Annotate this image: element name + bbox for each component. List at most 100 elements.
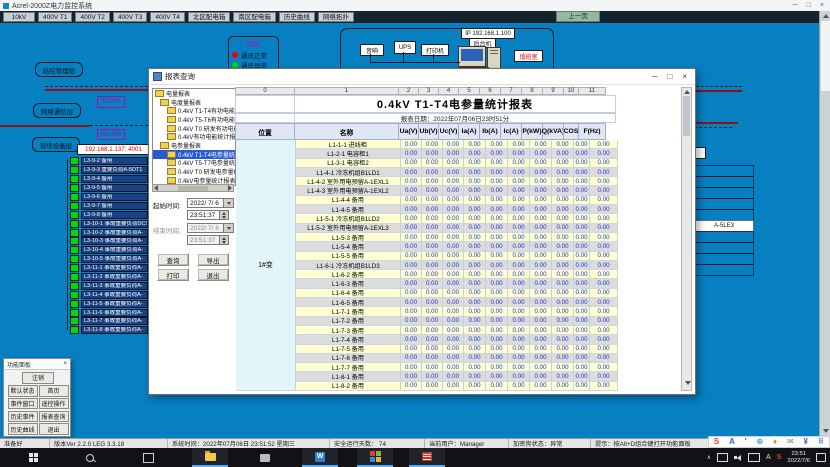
sogou-toolbar-icon[interactable]: ⠿ (818, 437, 824, 447)
panel-button-历史曲线[interactable]: 历史曲线 (8, 423, 38, 435)
tab-400V T2[interactable]: 400V T2 (75, 12, 109, 22)
speaker-icon[interactable] (734, 454, 742, 462)
device-row[interactable]: L3-11-6 事故重要负荷A- (70, 308, 148, 317)
device-row[interactable]: L3-11-2 事故重要负荷A- (70, 273, 148, 282)
touch-keyboard-icon[interactable] (748, 453, 760, 462)
sogou-toolbar-icon[interactable]: S (714, 437, 719, 447)
app-gray-button[interactable] (247, 448, 283, 467)
dialog-maximize-icon[interactable]: □ (667, 72, 672, 81)
sogou-toolbar-icon[interactable]: ✉ (787, 437, 794, 447)
tree-item[interactable]: 0.4kV T0 研发电参量统 (153, 167, 235, 176)
query-button[interactable]: 查询 (157, 253, 189, 266)
maximize-icon[interactable]: □ (807, 2, 811, 9)
panel-button-历史事件[interactable]: 历史事件 (8, 411, 38, 423)
notification-icon[interactable] (816, 453, 826, 462)
device-row[interactable]: L3-10-1 事故重要负荷DCS-A (70, 219, 148, 228)
file-explorer-button[interactable] (192, 448, 228, 467)
tab-南区配电箱[interactable]: 南区配电箱 (233, 12, 276, 22)
tree-item[interactable]: 0.4kV T5-T6有功电能统 (153, 115, 235, 124)
tree-item[interactable]: 0.4kV有功电能统计报表 (153, 132, 235, 141)
app-blue-button[interactable]: W (302, 448, 338, 467)
start-time-spinner[interactable]: 23:51:37 (187, 210, 229, 220)
table-row[interactable]: L1-4-2 室外用电预留A-1EXL10.000.000.000.000.00… (296, 177, 618, 186)
tree-item[interactable]: 0.4kV T1-T4电参量统计 (153, 150, 235, 159)
table-row[interactable]: L1-6-5 备用0.000.000.000.000.000.000.000.0… (296, 298, 618, 307)
app-red-button[interactable] (409, 448, 445, 467)
function-panel-titlebar[interactable]: 功能面板 × (4, 359, 70, 370)
table-row[interactable]: L1-7-2 备用0.000.000.000.000.000.000.000.0… (296, 317, 618, 326)
dialog-close-icon[interactable]: × (682, 72, 687, 81)
device-row[interactable]: L3-10-3 事故重要负荷A- (70, 237, 148, 246)
table-scrollbar[interactable] (681, 87, 692, 391)
table-row[interactable]: L1-5-1 冷冻机组B1LD20.000.000.000.000.000.00… (296, 214, 618, 223)
tree-item[interactable]: 电度量报表 (153, 98, 235, 107)
table-row[interactable]: L1-5-5 备用0.000.000.000.000.000.000.000.0… (296, 252, 618, 261)
table-row[interactable]: L1-5-3 备用0.000.000.000.000.000.000.000.0… (296, 233, 618, 242)
panel-button-遥控操作[interactable]: 遥控操作 (39, 398, 69, 410)
start-button[interactable] (15, 448, 51, 467)
panel-button-报表查询[interactable]: 报表查询 (39, 411, 69, 423)
table-row[interactable]: L1-1-1 进线柜0.000.000.000.000.000.000.000.… (296, 140, 618, 149)
clock[interactable]: 23:51 2022/7/6 (787, 451, 810, 464)
device-row[interactable]: L3-10-5 事故重要负荷A- (70, 255, 148, 264)
table-row[interactable]: L1-6-3 备用0.000.000.000.000.000.000.000.0… (296, 279, 618, 288)
tab-网络拓扑[interactable]: 网络拓扑 (318, 12, 354, 22)
device-row[interactable]: L3-9-5 备用 (70, 184, 148, 193)
tab-历史曲线[interactable]: 历史曲线 (279, 12, 315, 22)
table-row[interactable]: L1-6-2 备用0.000.000.000.000.000.000.000.0… (296, 270, 618, 279)
close-icon[interactable]: × (820, 2, 824, 9)
sogou-toolbar-icon[interactable]: A (729, 437, 735, 447)
tree-item[interactable]: 0.4kV T5-T7电参量统计 (153, 159, 235, 168)
device-row[interactable]: L3-11-8 事故重要负荷A- (70, 326, 148, 335)
dialog-minimize-icon[interactable]: ─ (652, 72, 658, 81)
table-row[interactable]: L1-7-7 备用0.000.000.000.000.000.000.000.0… (296, 363, 618, 372)
device-row[interactable]: L3-9-6 备用 (70, 193, 148, 202)
input-language-indicator[interactable]: A (766, 454, 771, 461)
table-row[interactable]: L1-8-1 备用0.000.000.000.000.000.000.000.0… (296, 372, 618, 381)
search-button[interactable] (72, 448, 108, 467)
device-row[interactable]: L3-9-4 备用 (70, 175, 148, 184)
device-row[interactable]: L3-9-3 重要负荷A-5DT1 (70, 166, 148, 175)
table-row[interactable]: L1-5-4 备用0.000.000.000.000.000.000.000.0… (296, 242, 618, 251)
table-row[interactable]: L1-4-5 备用0.000.000.000.000.000.000.000.0… (296, 205, 618, 214)
main-scrollbar[interactable] (819, 11, 830, 438)
tab-10kV[interactable]: 10kV (3, 12, 35, 22)
tab-400V T4[interactable]: 400V T4 (150, 12, 184, 22)
sogou-tray-icon[interactable]: S (777, 454, 782, 461)
device-row[interactable]: L3-10-2 事故重要负荷A- (70, 228, 148, 237)
table-row[interactable]: L1-4-4 备用0.000.000.000.000.000.000.000.0… (296, 196, 618, 205)
device-row[interactable]: L3-9-8 备用 (70, 210, 148, 219)
panel-button-默认状态[interactable]: 默认状态 (8, 385, 38, 397)
device-row[interactable]: L3-9-2 备用 (70, 157, 148, 166)
table-row[interactable]: L1-3-1 电容柜20.000.000.000.000.000.000.000… (296, 159, 618, 168)
tab-北区配电箱[interactable]: 北区配电箱 (188, 12, 231, 22)
tree-item[interactable]: 0.4kV T1-T4有功电能统 (153, 106, 235, 115)
tree-hscrollbar[interactable] (152, 184, 234, 192)
panel-button-退出[interactable]: 退出 (39, 423, 69, 435)
table-row[interactable]: L1-4-3 室外用电预留A-1EXL20.000.000.000.000.00… (296, 186, 618, 195)
print-button[interactable]: 打印 (157, 268, 189, 281)
tree-item[interactable]: 电量报表 (153, 89, 235, 98)
panel-button-首页[interactable]: 首页 (39, 385, 69, 397)
table-row[interactable]: L1-7-6 备用0.000.000.000.000.000.000.000.0… (296, 354, 618, 363)
device-row[interactable]: L3-11-1 事故重要负荷A- (70, 264, 148, 273)
table-row[interactable]: L1-6-1 冷冻机组B1LD30.000.000.000.000.000.00… (296, 261, 618, 270)
table-row[interactable]: L1-7-5 备用0.000.000.000.000.000.000.000.0… (296, 345, 618, 354)
table-row[interactable]: L1-6-4 备用0.000.000.000.000.000.000.000.0… (296, 289, 618, 298)
minimize-icon[interactable]: ─ (793, 2, 798, 9)
logout-button[interactable]: 注销 (22, 372, 54, 384)
table-row[interactable]: L1-5-2 室外用电预留A-1EXL30.000.000.000.000.00… (296, 224, 618, 233)
start-date-picker[interactable]: 2022/ 7/ 6 (187, 198, 234, 208)
export-button[interactable]: 导出 (197, 253, 229, 266)
tab-400V T3[interactable]: 400V T3 (113, 12, 147, 22)
device-row[interactable]: L3-11-4 事故重要负荷A- (70, 290, 148, 299)
report-tree[interactable]: 电量报表电度量报表0.4kV T1-T4有功电能统0.4kV T5-T6有功电能… (152, 88, 236, 186)
panel-close-icon[interactable]: × (63, 361, 67, 367)
previous-page-button[interactable]: 上一页 (556, 11, 600, 22)
tree-item[interactable]: 0.4kV T0 研发有功电能 (153, 124, 235, 133)
exit-button[interactable]: 退出 (197, 268, 229, 281)
sogou-toolbar-icon[interactable]: ♦ (773, 437, 777, 447)
device-row[interactable]: L3-11-3 事故重要负荷A- (70, 281, 148, 290)
tree-item[interactable]: 电参量报表 (153, 141, 235, 150)
tab-400V T1[interactable]: 400V T1 (38, 12, 72, 22)
